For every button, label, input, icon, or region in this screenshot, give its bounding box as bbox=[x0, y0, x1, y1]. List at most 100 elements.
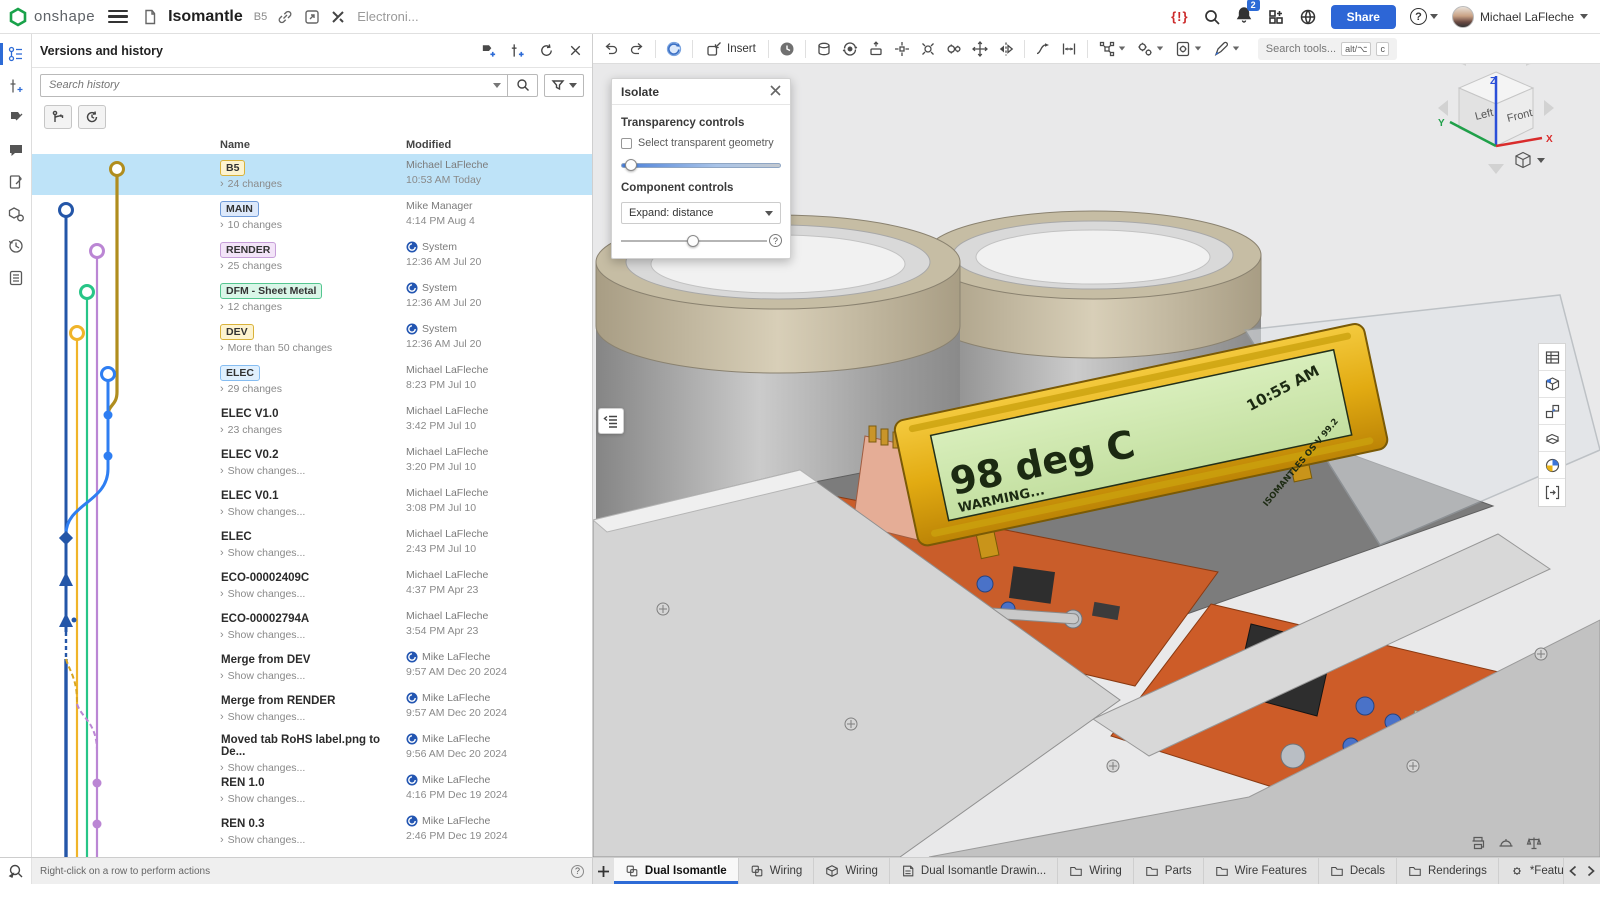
printer-icon[interactable] bbox=[1470, 835, 1486, 851]
link-icon[interactable] bbox=[276, 8, 294, 26]
expand-chevron-icon[interactable]: › bbox=[220, 342, 224, 354]
distance-slider[interactable]: ? bbox=[621, 234, 767, 248]
table-row[interactable]: MAIN › 10 changes Mike Manager 4:14 PM A… bbox=[32, 195, 592, 236]
bom-table-button[interactable] bbox=[1539, 344, 1565, 371]
configurations-button[interactable] bbox=[1539, 371, 1565, 398]
view-options-button[interactable] bbox=[1513, 150, 1545, 170]
changes-link[interactable]: Show changes... bbox=[228, 547, 306, 559]
mass-properties-button[interactable] bbox=[775, 37, 799, 61]
filter-button[interactable] bbox=[544, 74, 584, 97]
fastened-mate-icon[interactable] bbox=[812, 37, 836, 61]
table-row[interactable]: ELEC V0.1 › Show changes... Michael LaFl… bbox=[32, 482, 592, 523]
search-submit-button[interactable] bbox=[507, 75, 537, 96]
expand-chevron-icon[interactable]: › bbox=[220, 629, 224, 641]
expand-chevron-icon[interactable]: › bbox=[220, 301, 224, 313]
document-tab[interactable]: Decals bbox=[1319, 858, 1397, 884]
linked-document-label[interactable]: Electroni... bbox=[357, 9, 418, 24]
sketch-tools-menu[interactable] bbox=[1208, 37, 1244, 61]
document-tab[interactable]: Wiring bbox=[814, 858, 890, 884]
shared-parts-button[interactable] bbox=[1539, 398, 1565, 425]
changes-link[interactable]: 23 changes bbox=[228, 424, 282, 436]
release-alert-icon[interactable]: {!} bbox=[1171, 9, 1188, 24]
document-tab[interactable]: Dual Isomantle Drawin... bbox=[890, 858, 1058, 884]
scroll-tabs-left-icon[interactable] bbox=[1568, 865, 1578, 877]
changes-link[interactable]: 10 changes bbox=[228, 219, 282, 231]
table-row[interactable]: ELEC V0.2 › Show changes... Michael LaFl… bbox=[32, 441, 592, 482]
change-requests-rail-button[interactable] bbox=[2, 168, 30, 196]
changes-link[interactable]: 24 changes bbox=[228, 178, 282, 190]
table-row[interactable]: DEV › More than 50 changes System 12:36 … bbox=[32, 318, 592, 359]
expand-chevron-icon[interactable]: › bbox=[220, 711, 224, 723]
expand-chevron-icon[interactable]: › bbox=[220, 383, 224, 395]
gear-relation-icon[interactable] bbox=[942, 37, 966, 61]
section-view-button[interactable] bbox=[1539, 479, 1565, 506]
redo-button[interactable] bbox=[625, 37, 649, 61]
expand-chevron-icon[interactable]: › bbox=[220, 547, 224, 559]
table-row[interactable]: DFM - Sheet Metal › 12 changes System 12… bbox=[32, 277, 592, 318]
refresh-icon[interactable] bbox=[538, 42, 555, 59]
versions-history-rail-button[interactable] bbox=[2, 40, 30, 68]
feature-list-flyout-toggle[interactable] bbox=[598, 408, 624, 434]
expand-chevron-icon[interactable]: › bbox=[220, 260, 224, 272]
changes-link[interactable]: Show changes... bbox=[228, 834, 306, 846]
expand-chevron-icon[interactable]: › bbox=[220, 465, 224, 477]
helmet-icon[interactable] bbox=[1498, 835, 1514, 851]
document-tab[interactable]: Parts bbox=[1134, 858, 1204, 884]
create-version-icon[interactable] bbox=[480, 42, 497, 59]
expand-chevron-icon[interactable]: › bbox=[220, 178, 224, 190]
search-history-input[interactable] bbox=[41, 79, 493, 91]
notifications-button[interactable]: 2 bbox=[1235, 5, 1253, 28]
user-menu[interactable]: Michael LaFleche bbox=[1452, 6, 1588, 28]
help-menu[interactable]: ? bbox=[1410, 8, 1438, 25]
changes-link[interactable]: 25 changes bbox=[228, 260, 282, 272]
table-row[interactable]: ECO-00002409C › Show changes... Michael … bbox=[32, 564, 592, 605]
expand-mode-select[interactable]: Expand: distance bbox=[621, 202, 781, 224]
transparency-slider-handle[interactable] bbox=[625, 159, 637, 171]
assembly-features-menu[interactable] bbox=[1132, 37, 1168, 61]
search-dropdown-caret-icon[interactable] bbox=[493, 83, 501, 88]
expand-chevron-icon[interactable]: › bbox=[220, 588, 224, 600]
table-row[interactable]: ELEC V1.0 › 23 changes Michael LaFleche … bbox=[32, 400, 592, 441]
slider-mate-icon[interactable] bbox=[864, 37, 888, 61]
changes-link[interactable]: Show changes... bbox=[228, 465, 306, 477]
planar-mate-icon[interactable] bbox=[890, 37, 914, 61]
comments-rail-button[interactable] bbox=[2, 136, 30, 164]
find-in-document-button[interactable] bbox=[0, 858, 32, 884]
changes-link[interactable]: Show changes... bbox=[228, 793, 306, 805]
custom-features-rail-button[interactable] bbox=[2, 104, 30, 132]
create-branch-icon[interactable] bbox=[509, 42, 526, 59]
close-panel-icon[interactable] bbox=[567, 42, 584, 59]
measure-extrude-button[interactable] bbox=[1539, 425, 1565, 452]
distance-slider-handle[interactable] bbox=[687, 235, 699, 247]
expand-chevron-icon[interactable]: › bbox=[220, 793, 224, 805]
add-tab-button[interactable] bbox=[593, 858, 614, 884]
document-tab[interactable]: Renderings bbox=[1397, 858, 1499, 884]
table-row[interactable]: Merge from RENDER › Show changes... Mike… bbox=[32, 687, 592, 728]
app-store-icon[interactable] bbox=[1267, 8, 1285, 26]
mirror-icon[interactable] bbox=[994, 37, 1018, 61]
undo-button[interactable] bbox=[599, 37, 623, 61]
expand-chevron-icon[interactable]: › bbox=[220, 670, 224, 682]
table-row[interactable]: ELEC › 29 changes Michael LaFleche 8:23 … bbox=[32, 359, 592, 400]
properties-rail-button[interactable] bbox=[2, 264, 30, 292]
scale-icon[interactable] bbox=[1526, 835, 1542, 851]
linear-pattern-icon[interactable] bbox=[968, 37, 992, 61]
main-menu-icon[interactable] bbox=[108, 10, 128, 24]
expand-chevron-icon[interactable]: › bbox=[220, 424, 224, 436]
release-management-rail-button[interactable] bbox=[2, 200, 30, 228]
changes-link[interactable]: Show changes... bbox=[228, 629, 306, 641]
expand-chevron-icon[interactable]: › bbox=[220, 219, 224, 231]
document-tab[interactable]: Wire Features bbox=[1204, 858, 1319, 884]
changes-link[interactable]: Show changes... bbox=[228, 711, 306, 723]
table-row[interactable]: REN 1.0 › Show changes... Mike LaFleche … bbox=[32, 769, 592, 810]
measure-icon[interactable] bbox=[1057, 37, 1081, 61]
appearance-button[interactable] bbox=[1539, 452, 1565, 479]
changes-link[interactable]: 12 changes bbox=[228, 301, 282, 313]
history-rail-button[interactable] bbox=[2, 232, 30, 260]
show-change-history-toggle[interactable] bbox=[78, 105, 106, 129]
open-linked-document-icon[interactable] bbox=[303, 8, 321, 26]
share-button[interactable]: Share bbox=[1331, 5, 1396, 29]
table-row[interactable]: RENDER › 25 changes System 12:36 AM Jul … bbox=[32, 236, 592, 277]
onshape-logo[interactable]: onshape bbox=[8, 7, 95, 27]
expand-chevron-icon[interactable]: › bbox=[220, 506, 224, 518]
